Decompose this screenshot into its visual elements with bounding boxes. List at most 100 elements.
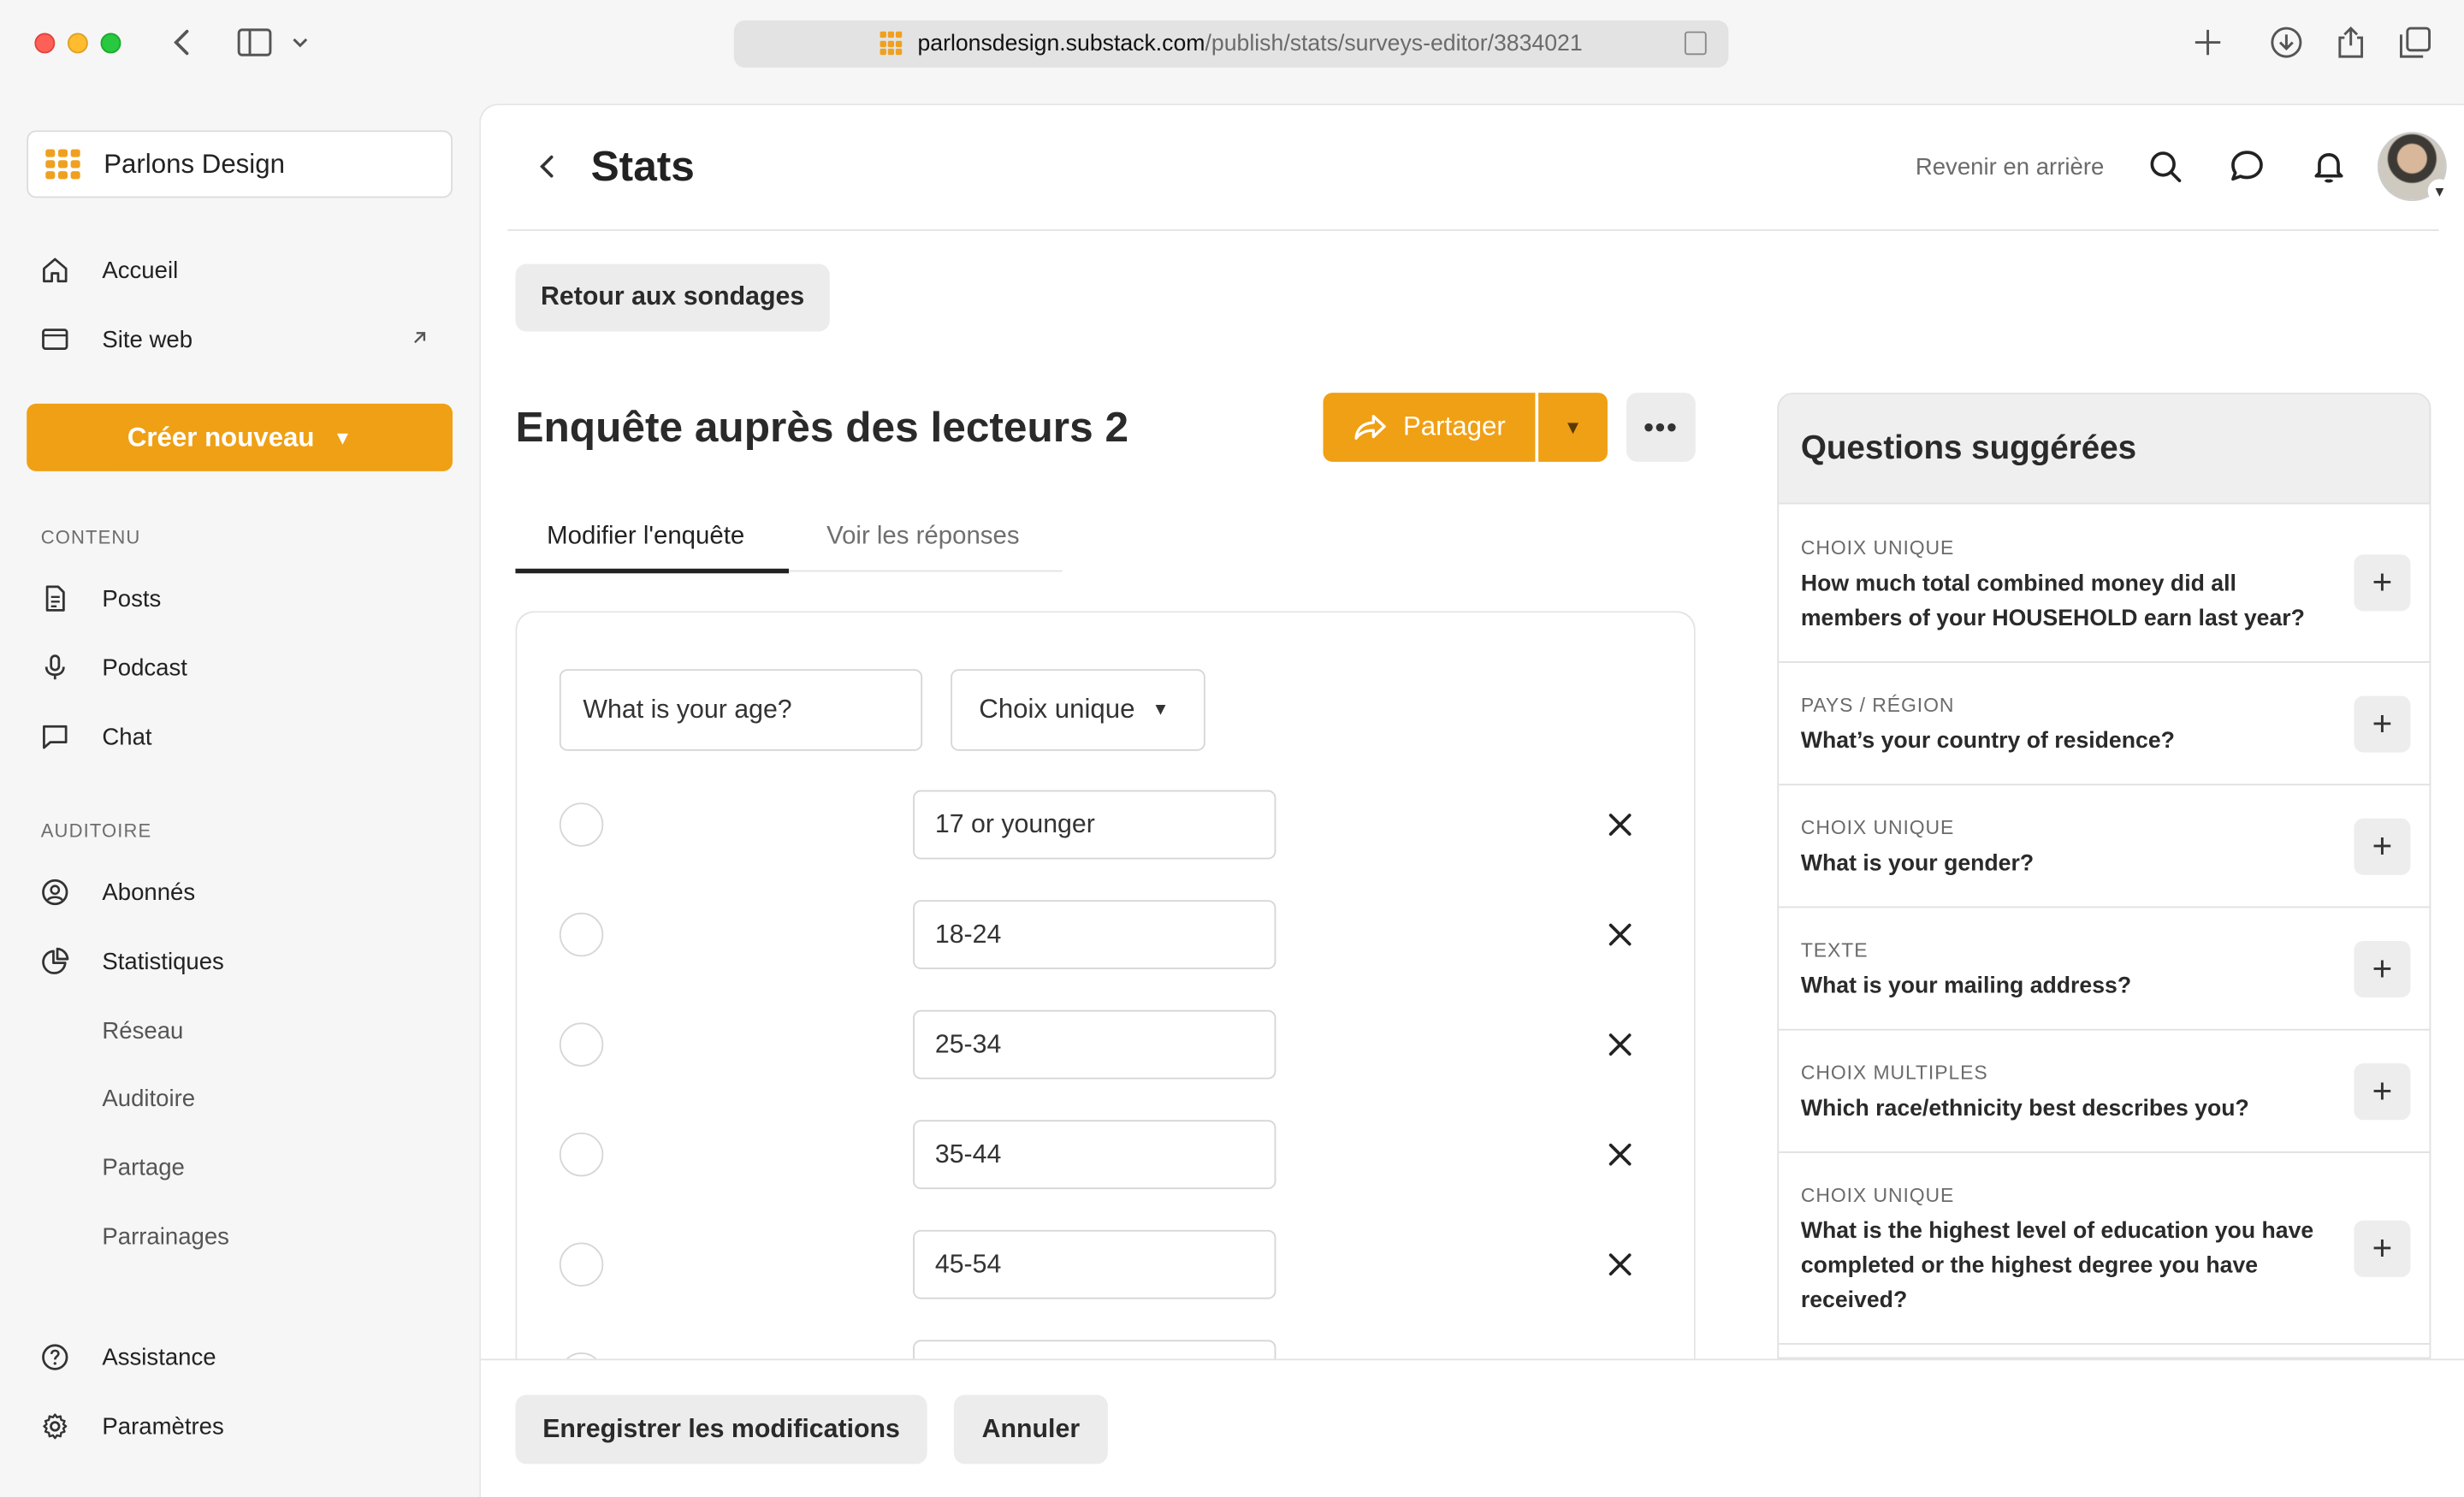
- pie-chart-icon: [41, 947, 69, 975]
- section-label-content: CONTENU: [40, 526, 141, 548]
- remove-option-icon[interactable]: [1602, 806, 1639, 843]
- downloads-icon[interactable]: [2269, 25, 2303, 59]
- suggested-question-text: What’s your country of residence?: [1800, 729, 2175, 754]
- sidebar-item-chat[interactable]: Chat: [41, 713, 441, 760]
- add-question-button[interactable]: +: [2354, 695, 2411, 752]
- suggested-question-item: CHOIX UNIQUE What is the highest level o…: [1779, 1153, 2430, 1345]
- option-text-input[interactable]: 17 or younger: [913, 790, 1276, 860]
- question-editor: What is your age? Choix unique ▼ 17 or y…: [515, 611, 1696, 1397]
- add-question-button[interactable]: +: [2354, 940, 2411, 997]
- tab-view-responses[interactable]: Voir les réponses: [826, 523, 1019, 551]
- back-arrow-icon[interactable]: [169, 25, 194, 59]
- bell-icon[interactable]: [2310, 148, 2348, 186]
- sidebar-item-label: Posts: [102, 585, 162, 612]
- sidebar-item-site-web[interactable]: Site web: [41, 316, 441, 363]
- answer-option-row: 25-34: [517, 1009, 1694, 1080]
- publication-switcher[interactable]: Parlons Design: [27, 130, 453, 198]
- remove-option-icon[interactable]: [1602, 916, 1639, 954]
- survey-title: Enquête auprès des lecteurs 2: [515, 403, 1129, 452]
- sidebar-item-label: Site web: [102, 326, 193, 353]
- sidebar-item-statistiques[interactable]: Statistiques: [41, 938, 441, 985]
- chevron-down-icon[interactable]: [291, 25, 310, 59]
- suggested-question-item: CHOIX UNIQUE How much total combined mon…: [1779, 504, 2430, 663]
- caret-down-icon[interactable]: ▼: [2427, 179, 2452, 203]
- search-icon[interactable]: [2147, 148, 2184, 186]
- add-question-button[interactable]: +: [2354, 554, 2411, 612]
- user-circle-icon: [41, 878, 69, 906]
- question-text-input[interactable]: What is your age?: [559, 669, 923, 751]
- remove-option-icon[interactable]: [1602, 1136, 1639, 1174]
- tab-edit-survey[interactable]: Modifier l'enquête: [547, 523, 744, 551]
- plus-icon: +: [2372, 702, 2393, 743]
- reader-mode-icon[interactable]: [1684, 31, 1707, 56]
- share-label: Partager: [1402, 411, 1506, 442]
- sidebar-item-podcast[interactable]: Podcast: [41, 644, 441, 691]
- option-text-input[interactable]: 45-54: [913, 1229, 1276, 1299]
- minimize-window-button[interactable]: [67, 33, 88, 54]
- answer-option-row: 17 or younger: [517, 790, 1694, 860]
- external-link-icon: [410, 328, 429, 352]
- suggested-question-type: PAYS / RÉGION: [1800, 694, 1955, 717]
- sidebar-item-label: Statistiques: [102, 948, 224, 975]
- publication-logo-icon: [45, 148, 80, 180]
- option-radio[interactable]: [559, 802, 604, 847]
- go-back-link[interactable]: Revenir en arrière: [1916, 154, 2105, 180]
- share-sheet-icon[interactable]: [2335, 25, 2366, 59]
- option-text-input[interactable]: 35-44: [913, 1120, 1276, 1190]
- close-window-button[interactable]: [34, 33, 56, 54]
- add-question-button[interactable]: +: [2354, 1219, 2411, 1276]
- sidebar-item-accueil[interactable]: Accueil: [41, 246, 441, 293]
- add-question-button[interactable]: +: [2354, 817, 2411, 874]
- save-changes-button[interactable]: Enregistrer les modifications: [515, 1394, 927, 1464]
- plus-icon: +: [2372, 948, 2393, 988]
- question-type-value: Choix unique: [979, 694, 1135, 725]
- suggested-questions-panel: Questions suggérées CHOIX UNIQUE How muc…: [1777, 393, 2431, 1359]
- option-radio[interactable]: [559, 1132, 604, 1177]
- sidebar-item-parametres[interactable]: Paramètres: [41, 1403, 441, 1450]
- url-path: /publish/stats/surveys-editor/3834021: [1205, 31, 1583, 57]
- caret-down-icon: ▼: [1152, 700, 1170, 720]
- sidebar-item-abonnes[interactable]: Abonnés: [41, 868, 441, 915]
- active-tab-indicator: [515, 568, 790, 574]
- sidebar-item-posts[interactable]: Posts: [41, 575, 441, 622]
- option-text-input[interactable]: 18-24: [913, 900, 1276, 969]
- create-new-button[interactable]: Créer nouveau ▼: [27, 403, 453, 471]
- zoom-window-button[interactable]: [100, 33, 121, 54]
- new-tab-icon[interactable]: [2192, 25, 2224, 59]
- option-radio[interactable]: [559, 1242, 604, 1287]
- share-button[interactable]: Partager: [1323, 393, 1536, 462]
- chat-bubble-icon: [41, 723, 69, 751]
- caret-down-icon: ▼: [1563, 416, 1583, 439]
- sidebar-item-label: Assistance: [102, 1343, 216, 1371]
- more-options-button[interactable]: •••: [1626, 393, 1696, 462]
- share-options-button[interactable]: ▼: [1538, 393, 1608, 462]
- remove-option-icon[interactable]: [1602, 1246, 1639, 1283]
- remove-option-icon[interactable]: [1602, 1026, 1639, 1063]
- option-radio[interactable]: [559, 912, 604, 957]
- cancel-button[interactable]: Annuler: [953, 1394, 1108, 1464]
- sidebar-item-label: Accueil: [102, 257, 179, 284]
- option-text-input[interactable]: 25-34: [913, 1009, 1276, 1080]
- suggested-question-text: What is your mailing address?: [1800, 973, 2132, 999]
- tab-overview-icon[interactable]: [2398, 25, 2432, 59]
- sidebar-subitem-reseau[interactable]: Réseau: [102, 1007, 502, 1054]
- question-type-select[interactable]: Choix unique ▼: [951, 669, 1205, 751]
- messages-icon[interactable]: [2228, 148, 2266, 186]
- suggested-question-text: How much total combined money did all me…: [1800, 571, 2305, 632]
- sidebar-toggle-icon[interactable]: [236, 25, 274, 59]
- sidebar-subitem-partage[interactable]: Partage: [102, 1144, 502, 1191]
- option-radio[interactable]: [559, 1022, 604, 1067]
- sidebar-subitem-parrainages[interactable]: Parrainages: [102, 1213, 502, 1260]
- sidebar-item-label: Podcast: [102, 654, 187, 682]
- help-circle-icon: [41, 1343, 69, 1371]
- suggested-questions-title: Questions suggérées: [1779, 393, 2430, 505]
- sidebar: Parlons Design Accueil Site web Créer no…: [0, 87, 480, 1497]
- back-chevron-icon[interactable]: [536, 149, 558, 183]
- address-bar[interactable]: parlonsdesign.substack.com/publish/stats…: [733, 20, 1729, 68]
- browser-window-icon: [41, 325, 69, 353]
- sidebar-item-label: Chat: [102, 723, 152, 750]
- sidebar-subitem-auditoire[interactable]: Auditoire: [102, 1074, 502, 1121]
- back-to-surveys-button[interactable]: Retour aux sondages: [515, 263, 830, 332]
- sidebar-item-assistance[interactable]: Assistance: [41, 1334, 441, 1381]
- add-question-button[interactable]: +: [2354, 1062, 2411, 1120]
